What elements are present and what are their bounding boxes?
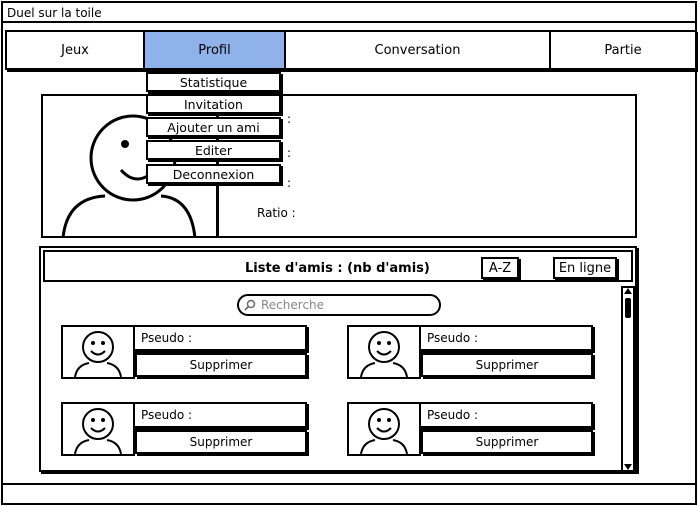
app-window: Duel sur la toile Jeux Profil Conversati… — [1, 1, 697, 505]
menu-item-editer[interactable]: Editer — [146, 140, 281, 160]
friend-avatar — [347, 402, 421, 456]
friend-pseudo: Pseudo : — [133, 402, 307, 428]
delete-friend-button[interactable]: Supprimer — [421, 430, 593, 454]
ratio-label: Ratio : — [257, 206, 296, 220]
tab-conversation[interactable]: Conversation — [286, 32, 551, 68]
friend-avatar — [61, 402, 135, 456]
search-icon — [244, 299, 256, 311]
friend-pseudo: Pseudo : — [133, 325, 307, 351]
profile-panel: : : : Ratio : — [41, 94, 637, 238]
window-title: Duel sur la toile — [3, 3, 695, 23]
friend-avatar — [347, 325, 421, 379]
friends-header: Liste d'amis : (nb d'amis) A-Z En ligne — [43, 250, 633, 282]
scroll-up-icon[interactable] — [624, 288, 632, 294]
search-placeholder: Recherche — [261, 298, 325, 312]
search-input[interactable]: Recherche — [237, 294, 441, 316]
friend-avatar — [61, 325, 135, 379]
friend-avatar-icon — [74, 331, 122, 377]
friend-avatar-icon — [360, 331, 408, 377]
friend-card: Pseudo : Supprimer — [61, 402, 311, 456]
field-colon-2: : — [287, 146, 292, 160]
sort-az-button[interactable]: A-Z — [481, 257, 519, 279]
online-filter-button[interactable]: En ligne — [553, 257, 617, 279]
tab-jeux[interactable]: Jeux — [7, 32, 145, 68]
status-bar-divider — [3, 483, 695, 485]
menu-item-ajouter-ami[interactable]: Ajouter un ami — [146, 117, 281, 137]
delete-friend-button[interactable]: Supprimer — [135, 430, 307, 454]
friend-pseudo: Pseudo : — [419, 325, 593, 351]
tab-profil[interactable]: Profil — [145, 32, 286, 68]
main-tab-bar: Jeux Profil Conversation Partie — [5, 30, 697, 70]
delete-friend-button[interactable]: Supprimer — [135, 353, 307, 377]
friends-panel: Liste d'amis : (nb d'amis) A-Z En ligne … — [39, 246, 637, 472]
friend-avatar-icon — [360, 408, 408, 454]
delete-friend-button[interactable]: Supprimer — [421, 353, 593, 377]
friend-pseudo: Pseudo : — [419, 402, 593, 428]
friends-scrollbar[interactable] — [621, 286, 635, 472]
friend-avatar-icon — [74, 408, 122, 454]
menu-item-deconnexion[interactable]: Deconnexion — [146, 164, 281, 184]
menu-item-invitation[interactable]: Invitation — [146, 94, 281, 114]
scroll-down-icon[interactable] — [624, 464, 632, 470]
field-colon-3: : — [287, 176, 292, 190]
scroll-thumb[interactable] — [625, 298, 631, 318]
menu-item-statistique[interactable]: Statistique — [146, 72, 281, 92]
friend-card: Pseudo : Supprimer — [347, 325, 597, 379]
field-colon-1: : — [287, 112, 292, 126]
tab-partie[interactable]: Partie — [551, 32, 695, 68]
friend-card: Pseudo : Supprimer — [61, 325, 311, 379]
friends-title: Liste d'amis : (nb d'amis) — [245, 261, 430, 276]
friend-card: Pseudo : Supprimer — [347, 402, 597, 456]
